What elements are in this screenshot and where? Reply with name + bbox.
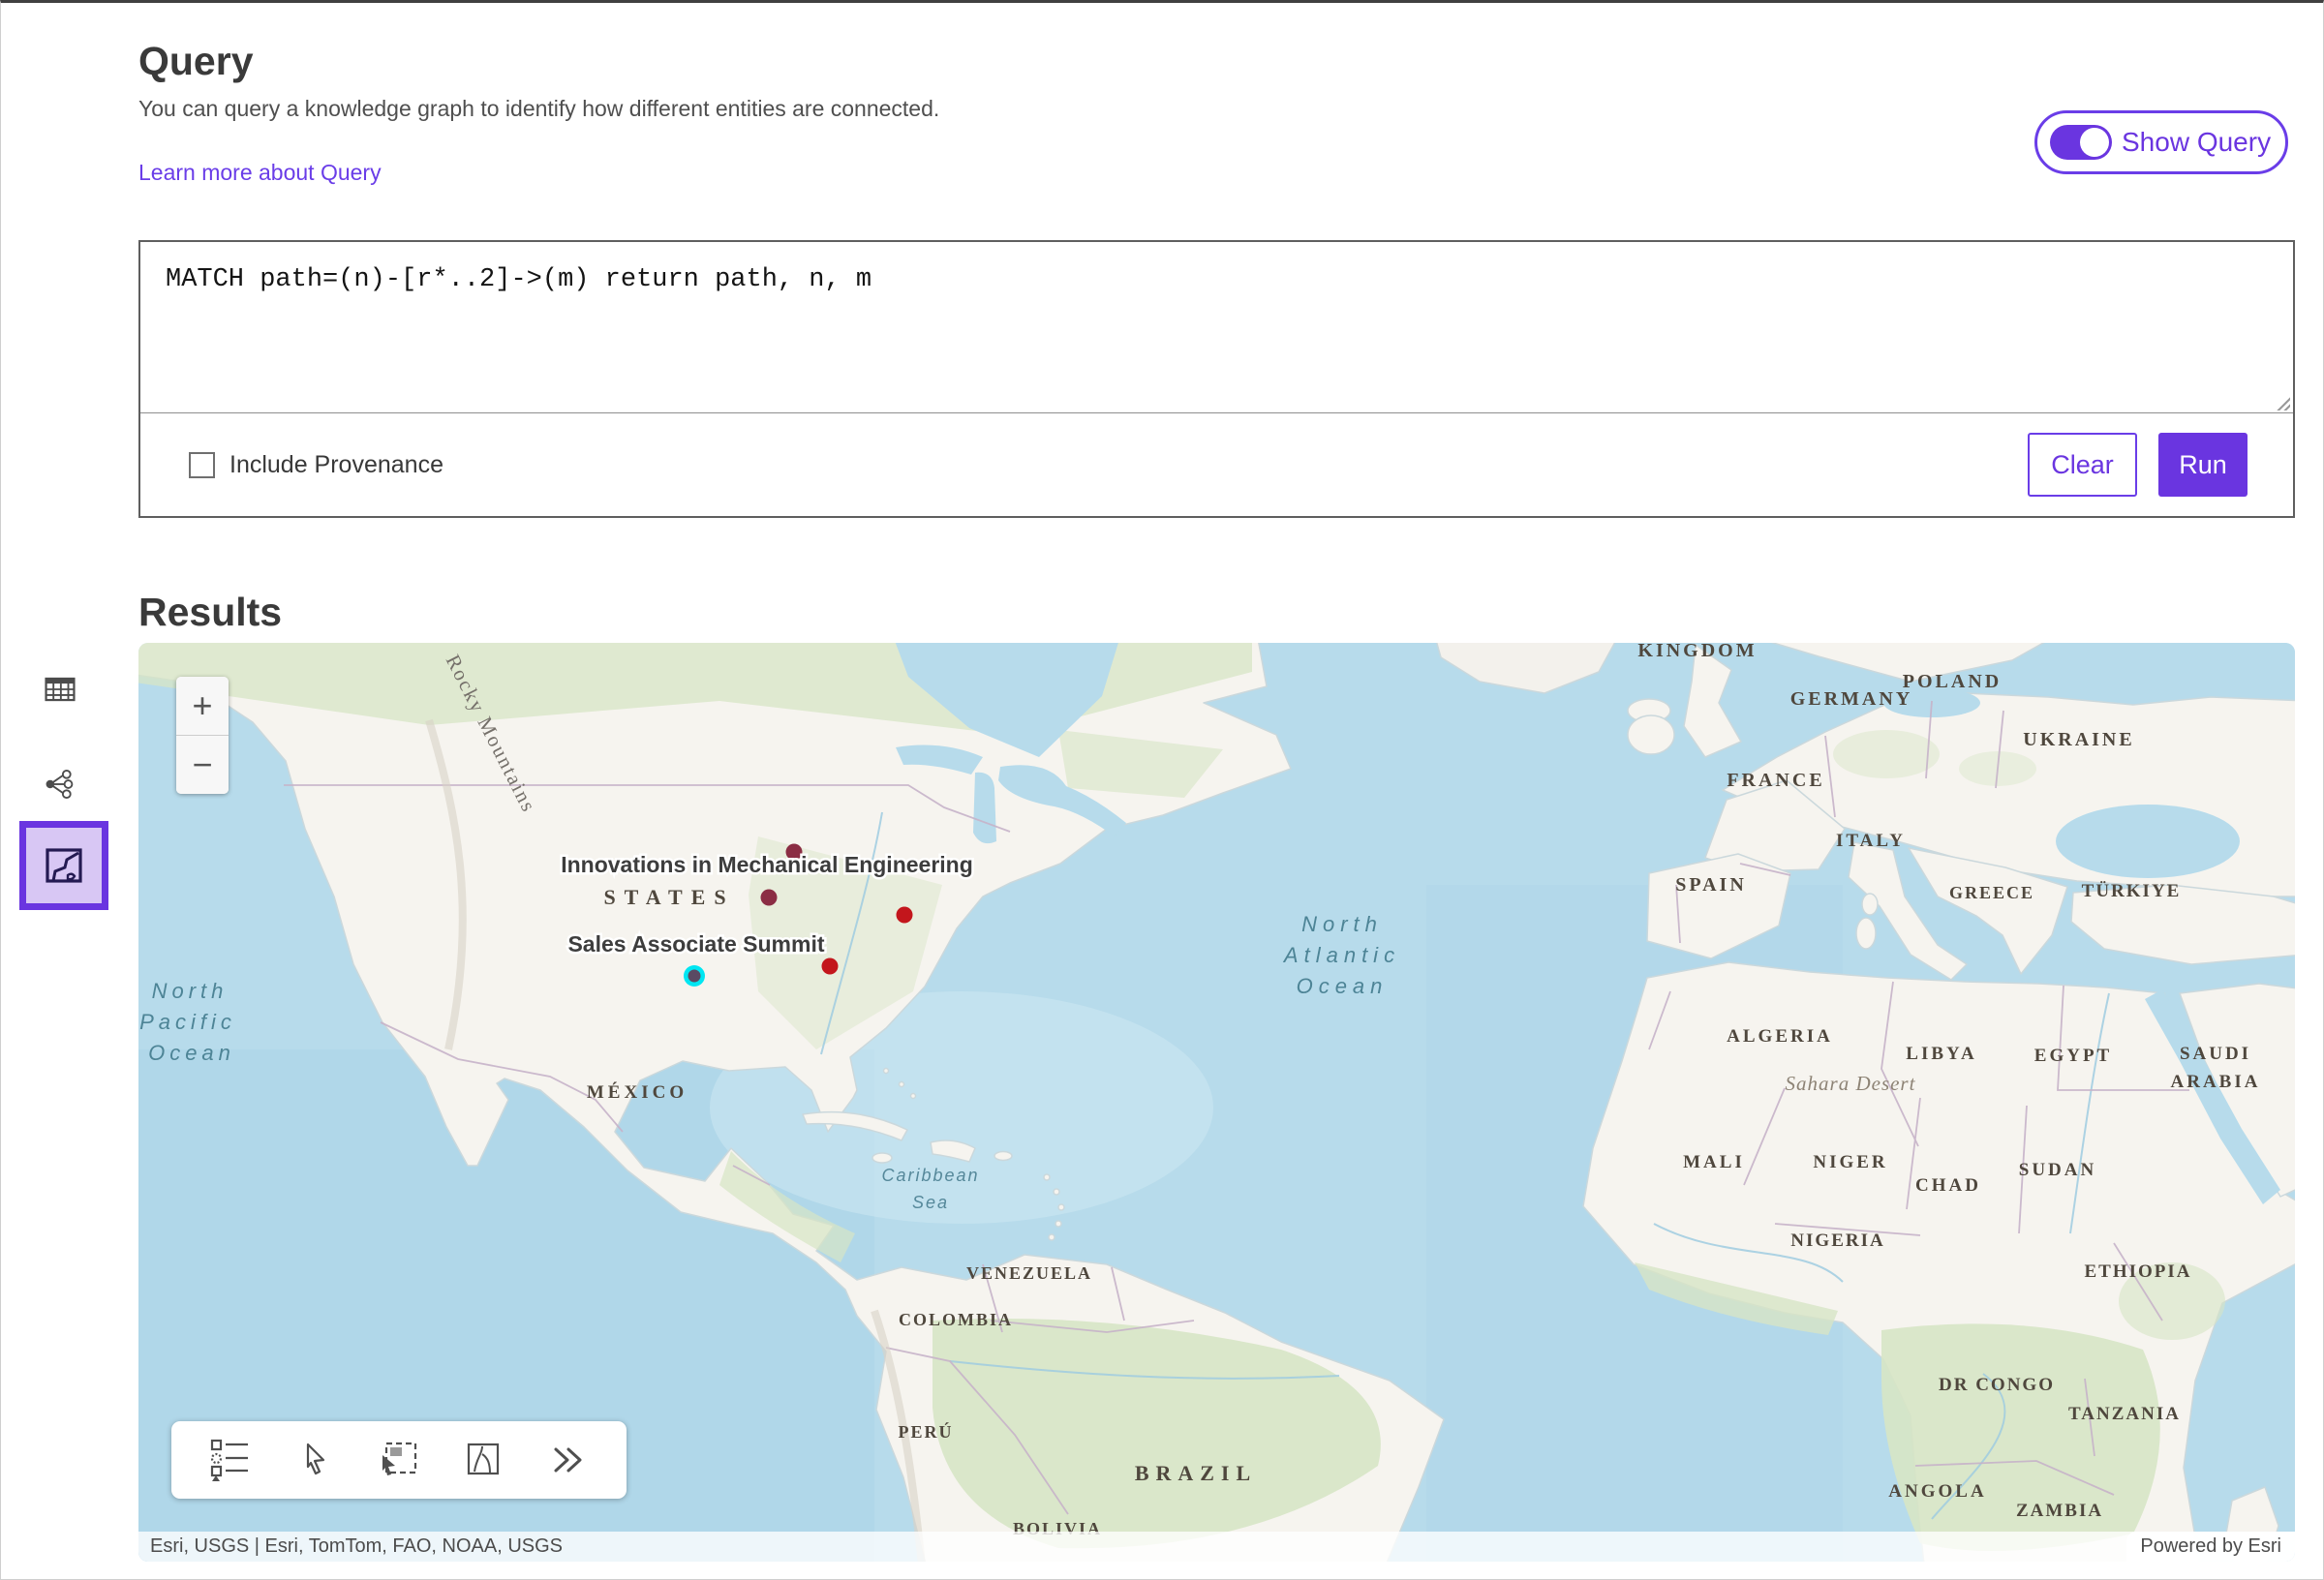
map-marker[interactable] bbox=[761, 890, 778, 906]
map-label: ETHIOPIA bbox=[2084, 1261, 2191, 1282]
map-label: Atlantic bbox=[1282, 943, 1400, 967]
pointer-tool-button[interactable] bbox=[293, 1439, 336, 1481]
map-label: COLOMBIA bbox=[899, 1310, 1013, 1329]
map-label: ARABIA bbox=[2171, 1072, 2261, 1092]
map-label: SUDAN bbox=[2019, 1160, 2096, 1180]
table-icon bbox=[44, 673, 76, 706]
map-label: NIGER bbox=[1813, 1152, 1887, 1172]
run-button[interactable]: Run bbox=[2158, 433, 2248, 497]
map-label: ANGOLA bbox=[1888, 1481, 1986, 1502]
map-label: Ocean bbox=[1297, 974, 1389, 998]
map-label: North bbox=[152, 979, 229, 1003]
map-label: Ocean bbox=[148, 1041, 235, 1065]
map-icon bbox=[42, 843, 86, 888]
cursor-icon bbox=[295, 1441, 334, 1479]
zoom-out-button[interactable]: − bbox=[176, 736, 229, 794]
map-marker[interactable] bbox=[897, 907, 913, 924]
powered-by-esri: Powered by Esri bbox=[2126, 1532, 2295, 1562]
map-marker-label: Sales Associate Summit bbox=[567, 931, 824, 957]
map-label: DR CONGO bbox=[1939, 1375, 2055, 1395]
select-by-rectangle-icon bbox=[379, 1441, 419, 1479]
map-marker-selected-core[interactable] bbox=[688, 970, 701, 983]
link-chart-icon bbox=[44, 768, 76, 801]
map-marker[interactable] bbox=[822, 958, 839, 975]
map-label: NIGERIA bbox=[1790, 1231, 1884, 1251]
map-label: PERÚ bbox=[899, 1421, 954, 1442]
map-label: Caribbean bbox=[881, 1166, 979, 1185]
map-label: ITALY bbox=[1836, 831, 1906, 851]
map-label: EGYPT bbox=[2034, 1046, 2112, 1066]
map-label: GERMANY bbox=[1790, 688, 1913, 710]
view-table-button[interactable] bbox=[44, 673, 76, 711]
legend-button[interactable] bbox=[209, 1439, 252, 1481]
map-label: Sea bbox=[912, 1193, 949, 1212]
map-zoom-control: + − bbox=[176, 677, 229, 794]
toggle-label: Show Query bbox=[2122, 127, 2271, 158]
map-label: ZAMBIA bbox=[2016, 1501, 2103, 1521]
map-label: ALGERIA bbox=[1727, 1026, 1833, 1047]
include-provenance-label: Include Provenance bbox=[229, 451, 443, 479]
page-title: Query bbox=[138, 39, 254, 84]
map-label: KINGDOM bbox=[1637, 643, 1757, 661]
results-map[interactable]: KINGDOM POLANDGERMANY UKRAINE FRANCE ITALY SP… bbox=[138, 643, 2295, 1562]
map-toolbar bbox=[171, 1421, 627, 1499]
map-label: Sahara Desert bbox=[1786, 1072, 1916, 1095]
map-label: MALI bbox=[1683, 1152, 1745, 1172]
select-features-button[interactable] bbox=[462, 1439, 505, 1481]
map-label: North bbox=[1301, 912, 1383, 936]
zoom-in-button[interactable]: + bbox=[176, 677, 229, 735]
map-label: SAUDI bbox=[2180, 1044, 2251, 1064]
map-label: BRAZIL bbox=[1135, 1461, 1257, 1485]
map-label: POLAND bbox=[1903, 671, 2002, 692]
map-attribution: Esri, USGS | Esri, TomTom, FAO, NOAA, US… bbox=[138, 1532, 2295, 1562]
toggle-switch-icon[interactable] bbox=[2050, 125, 2112, 160]
map-marker-label: Innovations in Mechanical Engineering bbox=[561, 852, 973, 877]
map-label: LIBYA bbox=[1906, 1044, 1976, 1064]
page-description: You can query a knowledge graph to ident… bbox=[138, 96, 939, 122]
map-label: FRANCE bbox=[1727, 770, 1824, 791]
show-query-toggle[interactable]: Show Query bbox=[2034, 110, 2288, 174]
query-panel: MATCH path=(n)-[r*..2]->(m) return path,… bbox=[138, 240, 2295, 518]
select-by-rectangle-button[interactable] bbox=[378, 1439, 420, 1481]
view-link-chart-button[interactable] bbox=[44, 768, 76, 805]
double-chevron-right-icon bbox=[548, 1442, 587, 1478]
map-label: MÉXICO bbox=[587, 1081, 688, 1103]
include-provenance-checkbox[interactable] bbox=[189, 452, 215, 478]
map-label: Pacific bbox=[139, 1010, 236, 1034]
results-title: Results bbox=[138, 590, 282, 635]
attribution-sources: Esri, USGS | Esri, TomTom, FAO, NOAA, US… bbox=[138, 1535, 2126, 1558]
query-page: Query You can query a knowledge graph to… bbox=[0, 0, 2324, 1580]
map-label: SPAIN bbox=[1675, 874, 1747, 896]
map-label: TÜRKIYE bbox=[2082, 881, 2182, 901]
map-label: CHAD bbox=[1915, 1175, 1981, 1196]
map-label: UKRAINE bbox=[2023, 729, 2134, 750]
map-label: VENEZUELA bbox=[966, 1263, 1092, 1283]
more-tools-button[interactable] bbox=[546, 1439, 589, 1481]
select-features-icon bbox=[464, 1441, 503, 1479]
map-label: TANZANIA bbox=[2068, 1404, 2181, 1424]
map-label: STATES bbox=[603, 885, 734, 909]
view-map-button[interactable] bbox=[19, 821, 108, 910]
query-textarea[interactable]: MATCH path=(n)-[r*..2]->(m) return path,… bbox=[140, 242, 2293, 413]
map-label: GREECE bbox=[1949, 883, 2034, 902]
learn-more-link[interactable]: Learn more about Query bbox=[138, 160, 382, 186]
legend-icon bbox=[209, 1438, 252, 1482]
query-panel-footer: Include Provenance Clear Run bbox=[140, 413, 2293, 516]
clear-button[interactable]: Clear bbox=[2028, 433, 2137, 497]
